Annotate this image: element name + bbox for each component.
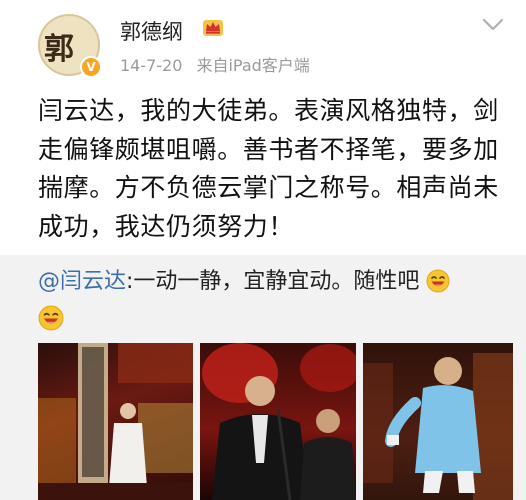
repost-content: :一动一静，宜静宜动。随性吧 (126, 269, 420, 294)
microphone-performers-photo-icon (202, 343, 356, 500)
post-source: 来自iPad客户端 (196, 56, 310, 75)
mention-link[interactable]: @闫云达 (38, 269, 126, 294)
repost-card[interactable]: @闫云达:一动一静，宜静宜动。随性吧 (0, 255, 526, 500)
post-body: 闫云达，我的大徒弟。表演风格独特，剑走偏锋颇堪咀嚼。善书者不择笔，要多加揣摩。方… (38, 96, 499, 241)
gown-performer-photo-icon (363, 343, 513, 500)
post-date: 14-7-20 (120, 56, 183, 75)
author-name[interactable]: 郭德纲 (120, 16, 183, 46)
post-meta: 14-7-20 来自iPad客户端 (120, 52, 310, 76)
photo-thumbnail-2[interactable] (200, 343, 356, 500)
verified-badge-icon: V (80, 56, 102, 78)
repost-text: @闫云达:一动一静，宜静宜动。随性吧 (38, 264, 514, 300)
photo-thumbnail-3[interactable] (363, 343, 513, 500)
crown-icon (203, 20, 223, 36)
stage-performer-photo-icon (38, 343, 193, 500)
avatar-calligraphy: 郭 (44, 32, 74, 67)
photo-thumbnail-1[interactable] (38, 343, 193, 500)
chevron-down-icon[interactable] (482, 18, 504, 32)
laughing-face-icon (38, 305, 64, 331)
laughing-face-icon (426, 269, 450, 293)
weibo-post: 郭 V 郭德纲 14-7-20 来自iPad客户端 闫云达，我的大徒弟。表演风格独… (0, 0, 526, 500)
